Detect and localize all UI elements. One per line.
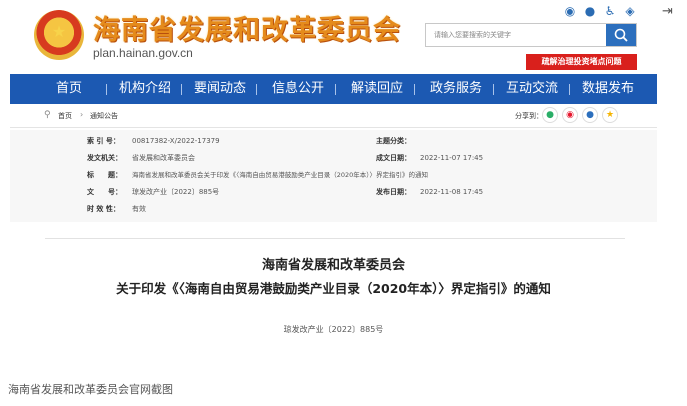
chevron-right-icon: › bbox=[80, 110, 84, 119]
docno-label: 文 号： bbox=[87, 188, 122, 196]
weibo-icon[interactable]: ◉ bbox=[563, 4, 577, 18]
star-icon: ★ bbox=[51, 22, 67, 41]
meta-row: 文 号： 琼发改产业〔2022〕885号 发布日期： 2022-11-08 17… bbox=[10, 183, 657, 201]
nav-separator bbox=[106, 84, 107, 95]
logout-icon[interactable]: ⇥ bbox=[662, 4, 673, 19]
meta-row: 索 引 号： 00817382-X/2022-17379 主题分类： bbox=[10, 132, 657, 150]
search-input[interactable] bbox=[426, 24, 606, 46]
issuer-value: 省发展和改革委员会 bbox=[132, 154, 195, 162]
nav-separator bbox=[569, 84, 570, 95]
site-header: ★ 海南省发展和改革委员会 plan.hainan.gov.cn ◉ ● ♿ ◈… bbox=[0, 0, 687, 74]
meta-row: 标 题： 海南省发展和改革委员会关于印发《〈海南自由贸易港鼓励类产业目录（202… bbox=[10, 166, 657, 184]
nav-item-interpretation[interactable]: 解读回应 bbox=[351, 74, 403, 104]
nav-separator bbox=[414, 84, 415, 95]
document-title: 关于印发《〈海南自由贸易港鼓励类产业目录（2020年本）〉界定指引》的通知 bbox=[116, 281, 551, 296]
qq-share-icon[interactable]: ● bbox=[582, 107, 598, 123]
index-value: 00817382-X/2022-17379 bbox=[132, 137, 220, 145]
qzone-share-icon[interactable]: ★ bbox=[602, 107, 618, 123]
validity-value: 有效 bbox=[132, 205, 146, 213]
index-label: 索 引 号： bbox=[87, 137, 120, 145]
site-title[interactable]: 海南省发展和改革委员会 bbox=[93, 8, 401, 47]
published-label: 发布日期： bbox=[376, 188, 411, 196]
document-meta: 索 引 号： 00817382-X/2022-17379 主题分类： 发文机关：… bbox=[10, 130, 657, 222]
nav-item-interaction[interactable]: 互动交流 bbox=[506, 74, 558, 104]
wechat-icon[interactable]: ● bbox=[583, 4, 597, 18]
issuer-label: 发文机关： bbox=[87, 154, 122, 162]
validity-label: 时 效 性： bbox=[87, 205, 120, 213]
title-label: 标 题： bbox=[87, 171, 122, 179]
created-label: 成文日期： bbox=[376, 154, 411, 162]
search-icon bbox=[614, 28, 628, 42]
share-icon-group: ● ◉ ● ★ bbox=[542, 107, 618, 123]
nav-item-disclosure[interactable]: 信息公开 bbox=[272, 74, 324, 104]
accessibility-icon[interactable]: ♿ bbox=[603, 4, 617, 18]
nav-item-home[interactable]: 首页 bbox=[56, 74, 82, 104]
weibo-share-icon[interactable]: ◉ bbox=[562, 107, 578, 123]
meta-row: 时 效 性： 有效 bbox=[10, 200, 657, 218]
document-number: 琼发改产业〔2022〕885号 bbox=[283, 325, 384, 334]
weibo-share-icon[interactable]: ◈ bbox=[623, 4, 637, 18]
wechat-share-icon[interactable]: ● bbox=[542, 107, 558, 123]
share-label: 分享到： bbox=[515, 112, 543, 120]
nav-item-services[interactable]: 政务服务 bbox=[430, 74, 482, 104]
nav-separator bbox=[181, 84, 182, 95]
created-value: 2022-11-07 17:45 bbox=[420, 154, 484, 162]
breadcrumb-home[interactable]: 首页 bbox=[58, 111, 72, 121]
nav-separator bbox=[493, 84, 494, 95]
nav-separator bbox=[256, 84, 257, 95]
location-icon: ⚲ bbox=[44, 110, 51, 120]
breadcrumb: ⚲ 首页 › 通知公告 分享到： ● ◉ ● ★ bbox=[10, 104, 657, 128]
search-button[interactable] bbox=[606, 24, 636, 46]
title-value: 海南省发展和改革委员会关于印发《〈海南自由贸易港鼓励类产业目录（2020年本）〉… bbox=[132, 171, 429, 179]
org-title: 海南省发展和改革委员会 bbox=[261, 258, 405, 273]
docno-value: 琼发改产业〔2022〕885号 bbox=[132, 188, 220, 196]
site-domain: plan.hainan.gov.cn bbox=[93, 46, 193, 60]
published-value: 2022-11-08 17:45 bbox=[420, 188, 484, 196]
top-icon-bar: ◉ ● ♿ ◈ bbox=[563, 4, 637, 18]
screenshot-caption: 海南省发展和改革委员会官网截图 bbox=[8, 383, 173, 396]
category-label: 主题分类： bbox=[376, 137, 411, 145]
national-emblem-icon[interactable]: ★ bbox=[34, 10, 84, 60]
promo-button[interactable]: 疏解治理投资堵点问题 bbox=[526, 54, 637, 70]
article-body: 海南省发展和改革委员会 关于印发《〈海南自由贸易港鼓励类产业目录（2020年本）… bbox=[10, 222, 657, 376]
main-nav: 首页 机构介绍 要闻动态 信息公开 解读回应 政务服务 互动交流 数据发布 bbox=[10, 74, 657, 104]
divider bbox=[45, 238, 625, 239]
nav-item-about[interactable]: 机构介绍 bbox=[119, 74, 171, 104]
breadcrumb-current[interactable]: 通知公告 bbox=[90, 111, 118, 121]
search-box bbox=[425, 23, 637, 47]
meta-row: 发文机关： 省发展和改革委员会 成文日期： 2022-11-07 17:45 bbox=[10, 149, 657, 167]
nav-item-data[interactable]: 数据发布 bbox=[582, 74, 634, 104]
nav-separator bbox=[335, 84, 336, 95]
nav-item-news[interactable]: 要闻动态 bbox=[194, 74, 246, 104]
